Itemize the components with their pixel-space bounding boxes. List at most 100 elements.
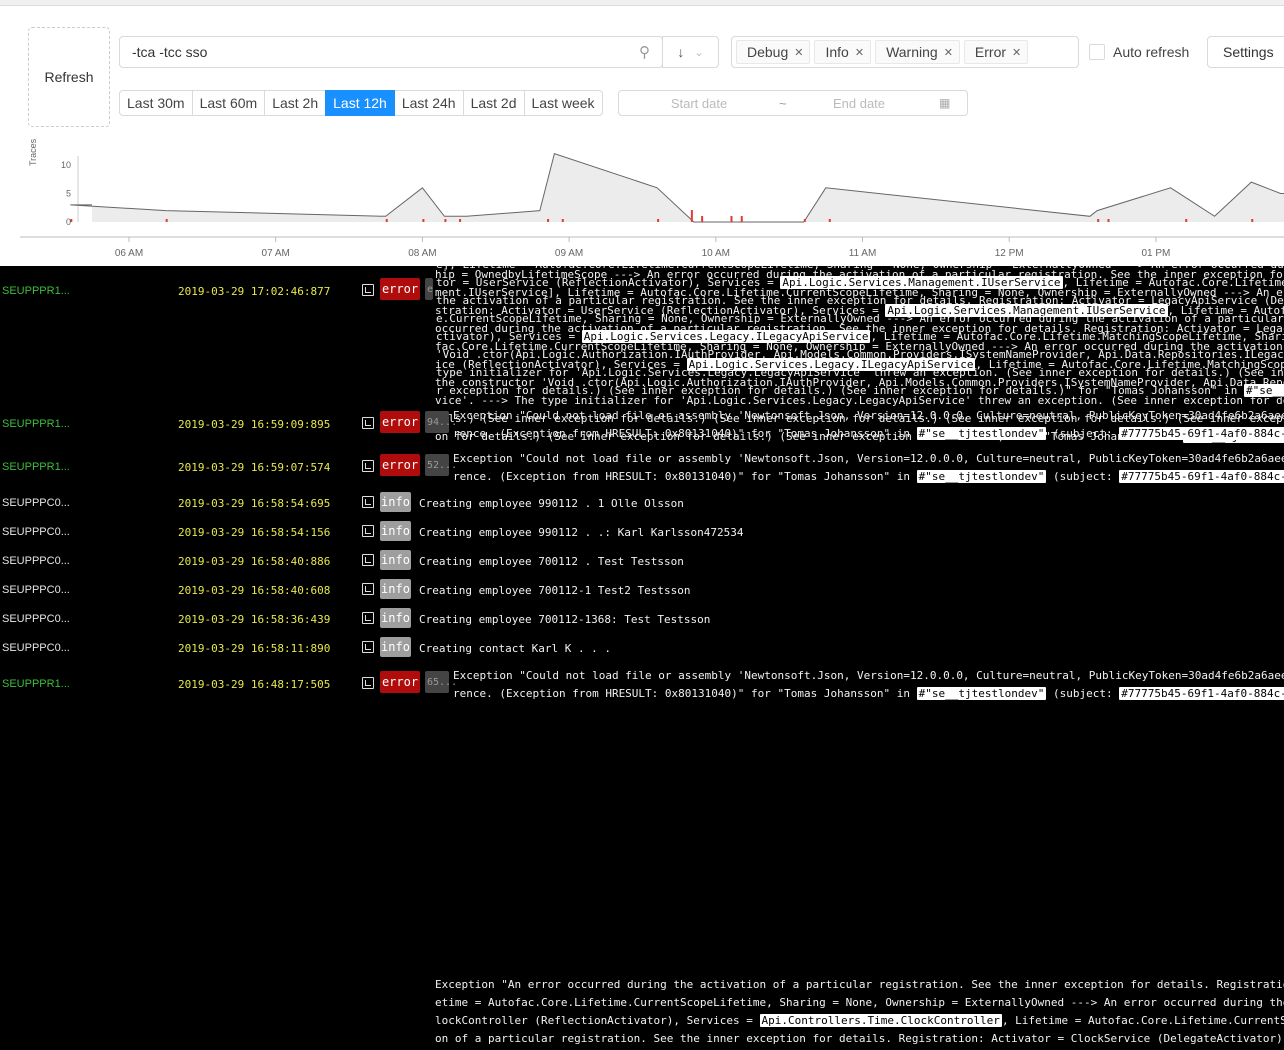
open-entry-icon[interactable] — [362, 583, 374, 595]
log-timestamp: 2019-03-29 16:59:07:574 — [178, 461, 331, 474]
open-entry-icon[interactable] — [362, 460, 374, 472]
log-host[interactable]: SEUPPPC0... — [2, 584, 70, 596]
open-entry-icon[interactable] — [362, 284, 374, 296]
search-value[interactable]: -tca -tcc sso — [132, 44, 639, 60]
log-message-line: Exception "Could not load file or assemb… — [453, 409, 1284, 422]
context-pill[interactable]: Api.Logic.Services.Legacy.ILegacyApiServ… — [581, 330, 871, 343]
error-bar — [701, 216, 704, 222]
log-timestamp: 2019-03-29 16:58:11:890 — [178, 642, 331, 655]
status-code-badge: e — [425, 278, 433, 300]
level-tag-warning[interactable]: Warning ✕ — [875, 40, 960, 64]
refresh-button[interactable]: Refresh — [28, 27, 110, 127]
level-badge: info — [380, 637, 411, 657]
log-message-line: rence. (Exception from HRESULT: 0x801310… — [453, 425, 1284, 443]
error-bar — [385, 219, 388, 222]
x-tick-label: 01 PM — [1141, 248, 1170, 259]
level-tag-debug[interactable]: Debug ✕ — [736, 40, 811, 64]
close-icon[interactable]: ✕ — [944, 46, 953, 59]
error-bar — [70, 219, 73, 222]
level-tag-error[interactable]: Error ✕ — [963, 40, 1029, 64]
error-bar — [803, 219, 806, 222]
log-host[interactable]: SEUPPPR1... — [2, 418, 70, 430]
level-tag-label: Debug — [747, 44, 789, 60]
range-button-last-week[interactable]: Last week — [523, 90, 603, 116]
log-host[interactable]: SEUPPPC0... — [2, 555, 70, 567]
log-message-line: Exception "Could not load file or assemb… — [453, 669, 1284, 682]
browser-bookmarks-strip — [0, 0, 1284, 6]
search-input[interactable]: -tca -tcc sso ⚲ — [119, 36, 663, 68]
context-pill[interactable]: #"se__tjtestlondev" — [916, 427, 1047, 440]
log-host[interactable]: SEUPPPR1... — [2, 678, 70, 690]
range-button-last-24h[interactable]: Last 24h — [393, 90, 464, 116]
start-date-input[interactable]: Start date — [619, 96, 779, 111]
level-badge: info — [380, 550, 411, 570]
context-pill[interactable]: Api.Logic.Services.Management.IUserServi… — [780, 276, 1063, 289]
open-entry-icon[interactable] — [362, 554, 374, 566]
open-entry-icon[interactable] — [362, 677, 374, 689]
calendar-icon[interactable]: ▦ — [939, 96, 950, 110]
range-button-last-12h[interactable]: Last 12h — [325, 90, 395, 116]
log-host[interactable]: SEUPPPC0... — [2, 497, 70, 509]
open-entry-icon[interactable] — [362, 612, 374, 624]
context-pill[interactable]: #"se__tjtestlondev" — [916, 687, 1047, 700]
log-timestamp: 2019-03-29 16:58:36:439 — [178, 613, 331, 626]
open-entry-icon[interactable] — [362, 525, 374, 537]
log-message-line: Creating employee 990112 . 1 Olle Olsson — [419, 497, 684, 510]
context-pill[interactable]: #77775b45-69f1-4af0-884c-2ed5b1d17d74 — [1119, 470, 1284, 483]
chevron-down-icon: ⌄ — [694, 46, 704, 59]
context-pill[interactable]: #"se__tjtestlondev" — [1243, 384, 1284, 397]
open-entry-icon[interactable] — [362, 496, 374, 508]
open-entry-icon[interactable] — [362, 417, 374, 429]
context-pill[interactable]: Api.Controllers.Time.ClockController — [759, 1014, 1002, 1027]
error-bar — [422, 219, 425, 222]
log-timestamp: 2019-03-29 16:59:09:895 — [178, 418, 331, 431]
log-message-line: Creating employee 700112 . Test Testsson — [419, 555, 684, 568]
context-pill[interactable]: #77775b45-69f1-4af0-884c-2ed5b1d17d74 — [1119, 427, 1284, 440]
error-bar — [690, 210, 693, 222]
auto-refresh-toggle[interactable]: Auto refresh — [1089, 44, 1189, 60]
log-message-line: rence. (Exception from HRESULT: 0x801310… — [453, 685, 1284, 703]
context-pill[interactable]: #77775b45-69f1-4af0-884c-2ed5b1d17d74 — [1119, 687, 1284, 700]
open-entry-icon[interactable] — [362, 641, 374, 653]
level-badge: error — [380, 278, 420, 300]
auto-refresh-checkbox[interactable] — [1089, 44, 1105, 60]
log-list[interactable]: hip = OwnedbyLifetimeScope ---> An error… — [0, 266, 1284, 1050]
x-tick-label: 10 AM — [702, 248, 730, 259]
log-message-line: Creating employee 700112-1 Test2 Testsso… — [419, 584, 691, 597]
settings-button[interactable]: Settings — [1207, 36, 1284, 68]
date-range-picker[interactable]: Start date ~ End date ▦ — [618, 90, 968, 116]
log-host[interactable]: SEUPPPC0... — [2, 642, 70, 654]
close-icon[interactable]: ✕ — [1012, 46, 1021, 59]
log-message-line: ctivator), Services = Api.Logic.Services… — [436, 330, 1284, 343]
y-tick-label: 5 — [66, 189, 71, 199]
x-tick-label: 07 AM — [262, 248, 290, 259]
level-badge: info — [380, 608, 411, 628]
sort-order-select[interactable]: ↓ ⌄ — [662, 36, 719, 68]
level-badge: info — [380, 521, 411, 541]
level-filter[interactable]: Debug ✕ Info ✕ Warning ✕ Error ✕ — [731, 36, 1079, 68]
error-bar — [1097, 219, 1100, 222]
log-host[interactable]: SEUPPPC0... — [2, 613, 70, 625]
log-host[interactable]: SEUPPPR1... — [2, 461, 70, 473]
level-badge: error — [380, 671, 420, 693]
log-message-line: lockController (ReflectionActivator), Se… — [435, 1014, 1284, 1027]
log-host[interactable]: SEUPPPR1... — [2, 285, 70, 297]
range-button-last-2h[interactable]: Last 2h — [264, 90, 327, 116]
range-button-last-30m[interactable]: Last 30m — [119, 90, 193, 116]
level-badge: error — [380, 411, 420, 433]
log-message-line: Creating contact Karl K . . . — [419, 642, 612, 655]
context-pill[interactable]: #"se__tjtestlondev" — [916, 470, 1047, 483]
range-button-last-2d[interactable]: Last 2d — [462, 90, 525, 116]
end-date-input[interactable]: End date — [779, 96, 939, 111]
range-button-last-60m[interactable]: Last 60m — [191, 90, 266, 116]
log-host[interactable]: SEUPPPC0... — [2, 526, 70, 538]
level-tag-info[interactable]: Info ✕ — [814, 40, 872, 64]
close-icon[interactable]: ✕ — [855, 46, 864, 59]
time-range-selector[interactable]: Last 30m Last 60m Last 2h Last 12h Last 24h L… — [119, 90, 603, 116]
level-badge: error — [380, 454, 420, 476]
log-message-line: Exception "An error occurred during the … — [435, 978, 1284, 991]
search-icon[interactable]: ⚲ — [639, 43, 650, 61]
close-icon[interactable]: ✕ — [794, 46, 803, 59]
y-tick-label: 10 — [61, 160, 71, 170]
log-timestamp: 2019-03-29 16:48:17:505 — [178, 678, 331, 691]
